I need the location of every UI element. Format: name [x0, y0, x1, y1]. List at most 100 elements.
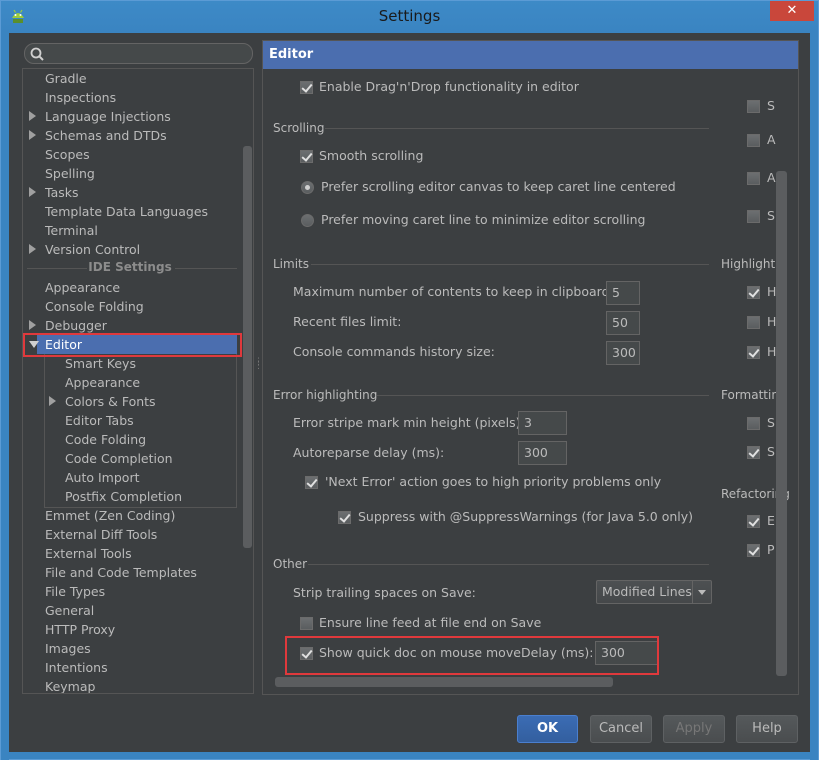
panel-vertical-scrollbar[interactable] — [776, 171, 787, 676]
chevron-down-icon — [698, 590, 706, 595]
tree-item-intentions[interactable]: Intentions — [45, 658, 108, 677]
suppress-warnings-label: Suppress with @SuppressWarnings (for Jav… — [358, 509, 694, 524]
tree-item-images[interactable]: Images — [45, 639, 91, 658]
error-highlighting-section-title: Error highlighting — [273, 388, 378, 402]
window-title: Settings — [378, 7, 441, 25]
error-highlighting-section-divider — [377, 395, 709, 396]
ide-settings-section-label: IDE Settings — [88, 260, 172, 274]
tree-item-version-control[interactable]: Version Control — [45, 240, 140, 259]
collapsed-arrow-icon[interactable] — [29, 187, 36, 197]
limits-section-title: Limits — [273, 257, 309, 271]
tree-item-appearance[interactable]: Appearance — [45, 278, 120, 297]
next-error-checkbox[interactable] — [305, 476, 318, 489]
editor-settings-panel: Editor Enable Drag'n'Drop functionality … — [262, 40, 799, 695]
close-icon[interactable]: ✕ — [770, 1, 814, 21]
prefer-moving-caret-label: Prefer moving caret line to minimize edi… — [321, 212, 646, 227]
collapsed-arrow-icon[interactable] — [29, 130, 36, 140]
right-column-checkbox[interactable] — [747, 446, 760, 459]
collapsed-arrow-icon[interactable] — [29, 111, 36, 121]
tree-item-external-diff-tools[interactable]: External Diff Tools — [45, 525, 157, 544]
splitter-handle[interactable]: ⋮⋮ — [254, 358, 263, 376]
editor-subtree-frame — [44, 354, 237, 508]
dragdrop-label: Enable Drag'n'Drop functionality in edit… — [319, 79, 579, 94]
dropdown-separator — [692, 581, 693, 603]
scrolling-section-divider — [325, 128, 709, 129]
suppress-warnings-checkbox[interactable] — [338, 511, 351, 524]
right-column-checkbox[interactable] — [747, 346, 760, 359]
console-history-field[interactable]: 300 — [606, 341, 640, 365]
tree-item-gradle[interactable]: Gradle — [45, 69, 87, 88]
window-frame-bottom — [1, 751, 818, 759]
line-feed-checkbox[interactable] — [300, 617, 313, 630]
clipboard-limit-field[interactable]: 5 — [606, 281, 640, 305]
right-column-checkbox[interactable] — [747, 286, 760, 299]
apply-button[interactable]: Apply — [663, 715, 725, 743]
strip-spaces-dropdown[interactable]: Modified Lines — [596, 580, 712, 604]
right-column-checkbox[interactable] — [747, 316, 760, 329]
smooth-scrolling-label: Smooth scrolling — [319, 148, 424, 163]
collapsed-arrow-icon[interactable] — [29, 320, 36, 330]
console-history-label: Console commands history size: — [293, 344, 495, 359]
right-column-checkbox-label: H — [767, 284, 777, 299]
panel-header: Editor — [263, 41, 798, 69]
tree-item-language-injections[interactable]: Language Injections — [45, 107, 171, 126]
panel-horizontal-scrollbar[interactable] — [275, 677, 613, 687]
search-icon — [30, 47, 44, 61]
right-column-checkbox[interactable] — [747, 100, 760, 113]
tree-item-file-and-code-templates[interactable]: File and Code Templates — [45, 563, 197, 582]
recent-files-limit-field[interactable]: 50 — [606, 311, 640, 335]
tree-item-console-folding[interactable]: Console Folding — [45, 297, 144, 316]
smooth-scrolling-checkbox[interactable] — [300, 150, 313, 163]
right-column-checkbox[interactable] — [747, 172, 760, 185]
window-frame-left — [1, 33, 9, 760]
tree-item-keymap[interactable]: Keymap — [45, 677, 95, 693]
tree-item-inspections[interactable]: Inspections — [45, 88, 116, 107]
scrolling-section-title: Scrolling — [273, 121, 325, 135]
strip-spaces-label: Strip trailing spaces on Save: — [293, 585, 476, 600]
prefer-scrolling-label: Prefer scrolling editor canvas to keep c… — [321, 179, 676, 194]
tree-item-emmet-zen-coding[interactable]: Emmet (Zen Coding) — [45, 506, 175, 525]
tree-item-schemas-and-dtds[interactable]: Schemas and DTDs — [45, 126, 167, 145]
recent-files-limit-label: Recent files limit: — [293, 314, 402, 329]
tree-item-http-proxy[interactable]: HTTP Proxy — [45, 620, 115, 639]
tree-item-file-types[interactable]: File Types — [45, 582, 105, 601]
tree-item-template-data-languages[interactable]: Template Data Languages — [45, 202, 208, 221]
prefer-moving-caret-radio[interactable] — [301, 214, 314, 227]
autoreparse-delay-field[interactable]: 300 — [518, 441, 567, 465]
right-column-checkbox-label: H — [767, 344, 777, 359]
settings-search-input[interactable] — [24, 43, 253, 64]
tree-item-external-tools[interactable]: External Tools — [45, 544, 132, 563]
right-column-checkbox[interactable] — [747, 134, 760, 147]
right-column-checkbox-label: S — [767, 415, 775, 430]
dragdrop-checkbox[interactable] — [300, 81, 313, 94]
right-column-checkbox-label: P — [767, 542, 775, 557]
right-column-checkbox-label: S — [767, 208, 775, 223]
next-error-label: 'Next Error' action goes to high priorit… — [325, 474, 662, 489]
right-column-checkbox[interactable] — [747, 515, 760, 528]
prefer-scrolling-radio[interactable] — [301, 181, 314, 194]
right-column-checkbox[interactable] — [747, 544, 760, 557]
window-frame-right — [810, 33, 818, 760]
right-column-checkbox[interactable] — [747, 417, 760, 430]
help-button[interactable]: Help — [736, 715, 798, 743]
right-column-checkbox-label: S — [767, 444, 775, 459]
tree-item-spelling[interactable]: Spelling — [45, 164, 95, 183]
collapsed-arrow-icon[interactable] — [29, 244, 36, 254]
tree-scrollbar[interactable] — [243, 146, 252, 548]
ok-button[interactable]: OK — [517, 715, 578, 743]
line-feed-label: Ensure line feed at file end on Save — [319, 615, 542, 630]
tree-item-scopes[interactable]: Scopes — [45, 145, 90, 164]
tree-item-general[interactable]: General — [45, 601, 94, 620]
tree-item-tasks[interactable]: Tasks — [45, 183, 79, 202]
right-column-checkbox[interactable] — [747, 210, 760, 223]
cancel-button[interactable]: Cancel — [590, 715, 652, 743]
right-column-checkbox-label: A — [767, 132, 776, 147]
error-stripe-field[interactable]: 3 — [518, 411, 567, 435]
clipboard-limit-label: Maximum number of contents to keep in cl… — [293, 284, 614, 299]
title-bar: Settings ✕ — [1, 1, 818, 33]
other-section-title: Other — [273, 557, 308, 571]
editor-highlight-box — [23, 333, 242, 357]
tree-item-terminal[interactable]: Terminal — [45, 221, 98, 240]
settings-tree[interactable]: Gradle Inspections Language Injections Sche… — [22, 68, 254, 694]
error-stripe-label: Error stripe mark min height (pixels): — [293, 415, 525, 430]
